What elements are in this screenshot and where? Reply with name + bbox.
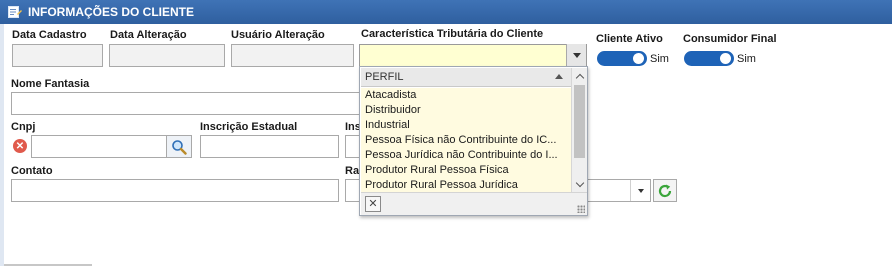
ramo-dropdown-button[interactable] [630, 180, 650, 201]
toggle-knob [633, 53, 644, 64]
consumidor-final-state: Sim [737, 53, 756, 65]
panel-left-border [0, 24, 4, 266]
option-distribuidor[interactable]: Distribuidor [361, 103, 571, 118]
resize-grip-icon[interactable] [577, 205, 585, 213]
sort-ascending-icon [555, 74, 563, 79]
usuario-alteracao-label: Usuário Alteração [231, 29, 325, 41]
chevron-down-icon [572, 53, 581, 58]
data-cadastro-field[interactable] [12, 44, 103, 67]
perfil-header-label: PERFIL [365, 71, 404, 83]
scroll-down-button[interactable] [572, 176, 588, 192]
clear-selection-button[interactable]: ✕ [365, 196, 381, 212]
caracteristica-tributaria-select[interactable] [359, 44, 587, 67]
caracteristica-tributaria-label: Característica Tributária do Cliente [361, 28, 544, 40]
ramo-refresh-button[interactable] [653, 179, 677, 202]
option-atacadista[interactable]: Atacadista [361, 88, 571, 103]
cnpj-search-button[interactable] [167, 135, 192, 158]
data-alteracao-label: Data Alteração [110, 29, 187, 41]
nome-fantasia-input[interactable] [11, 92, 361, 115]
window-title-bar: INFORMAÇÕES DO CLIENTE [0, 0, 892, 24]
nome-fantasia-label: Nome Fantasia [11, 78, 90, 90]
contato-label: Contato [11, 165, 53, 177]
inscricao-estadual-label: Inscrição Estadual [200, 121, 298, 133]
cliente-ativo-label: Cliente Ativo [596, 33, 663, 45]
chevron-down-icon [575, 178, 585, 187]
cliente-ativo-state: Sim [650, 53, 669, 65]
inscricao-estadual-input[interactable] [200, 135, 339, 158]
perfil-options-list: Atacadista Distribuidor Industrial Pesso… [361, 88, 571, 192]
popup-scrollbar[interactable] [571, 68, 587, 192]
contato-input[interactable] [11, 179, 339, 202]
chevron-up-icon [575, 73, 585, 82]
option-industrial[interactable]: Industrial [361, 118, 571, 133]
cliente-ativo-toggle[interactable] [597, 51, 647, 66]
window-title: INFORMAÇÕES DO CLIENTE [28, 5, 195, 19]
toggle-knob [720, 53, 731, 64]
usuario-alteracao-field[interactable] [231, 44, 354, 67]
caracteristica-tributaria-popup: PERFIL Atacadista Distribuidor Industria… [359, 66, 588, 216]
popup-footer: ✕ [361, 192, 587, 215]
scroll-up-button[interactable] [572, 68, 588, 84]
ramo-label: Ra [345, 165, 360, 177]
error-icon: ✕ [13, 139, 27, 153]
close-icon: ✕ [368, 197, 378, 210]
scroll-thumb[interactable] [574, 85, 585, 158]
client-form-icon [8, 6, 22, 18]
option-produtor-rural-pessoa-fisica[interactable]: Produtor Rural Pessoa Física [361, 163, 571, 178]
magnifier-icon [172, 139, 187, 155]
perfil-column-header[interactable]: PERFIL [361, 68, 571, 87]
caracteristica-tributaria-dropdown-button[interactable] [566, 44, 586, 67]
consumidor-final-label: Consumidor Final [683, 33, 777, 45]
data-alteracao-field[interactable] [109, 44, 225, 67]
option-produtor-rural-pessoa-juridica[interactable]: Produtor Rural Pessoa Jurídica [361, 178, 571, 192]
chevron-down-icon [637, 188, 644, 193]
option-pessoa-fisica-nao-contribuinte[interactable]: Pessoa Física não Contribuinte do IC... [361, 133, 571, 148]
cnpj-input[interactable] [31, 135, 167, 158]
data-cadastro-label: Data Cadastro [12, 29, 87, 41]
consumidor-final-toggle[interactable] [684, 51, 734, 66]
cnpj-label: Cnpj [11, 121, 36, 133]
option-pessoa-juridica-nao-contribuinte[interactable]: Pessoa Jurídica não Contribuinte do I... [361, 148, 571, 163]
refresh-icon [658, 184, 672, 197]
